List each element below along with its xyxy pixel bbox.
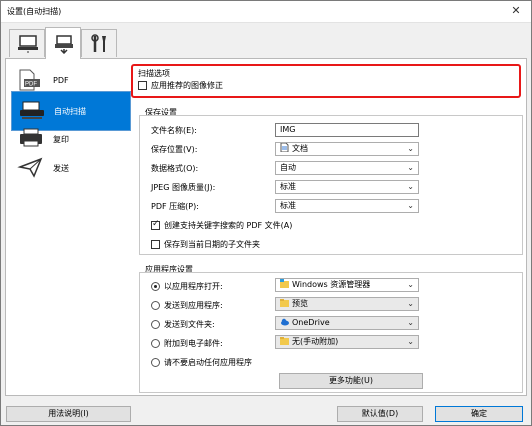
open-with-label: 以应用程序打开: [164,282,223,291]
open-with-select[interactable]: Windows 资源管理器 ⌄ [275,278,419,292]
data-format-value: 自动 [280,163,296,172]
sidebar: PDF PDF 自动扫描 复印 发送 [11,62,131,392]
chevron-down-icon: ⌄ [407,182,414,191]
data-format-select[interactable]: 自动 ⌄ [275,161,419,175]
chevron-down-icon: ⌄ [407,337,414,346]
scanner-icon [20,101,44,119]
save-in-label: 保存位置(V): [151,145,198,154]
pdf-document-icon: PDF [19,69,40,91]
send-to-app-label: 发送到应用程序: [164,301,223,310]
tools-icon [91,34,106,52]
scan-options-title: 扫描选项 [138,69,170,78]
subfolder-checkbox[interactable] [151,240,160,249]
sidebar-item-label: 自动扫描 [54,107,86,116]
attach-email-label: 附加到电子邮件: [164,339,223,348]
printer-icon [20,128,42,147]
pdf-compression-select[interactable]: 标准 ⌄ [275,199,419,213]
instructions-button[interactable]: 用法说明(I) [6,406,131,422]
sidebar-item-label: 发送 [53,164,69,173]
send-to-folder-label: 发送到文件夹: [164,320,215,329]
jpeg-quality-label: JPEG 图像质量(J): [151,183,216,192]
do-not-start-radio[interactable] [151,358,160,367]
tab-scan-from-computer[interactable] [9,29,45,57]
data-format-label: 数据格式(O): [151,164,199,173]
file-explorer-icon [280,279,289,288]
more-functions-button[interactable]: 更多功能(U) [279,373,423,389]
open-with-radio[interactable] [151,282,160,291]
send-to-folder-select[interactable]: OneDrive ⌄ [275,316,419,330]
window-title: 设置(自动扫描) [7,7,62,16]
cloud-icon [280,317,289,326]
computer-icon [18,35,38,53]
save-in-value: 文档 [292,144,308,153]
sidebar-item-label: 复印 [53,135,69,144]
send-to-folder-value: OneDrive [292,318,330,327]
apply-correction-checkbox[interactable] [138,81,147,90]
send-icon [17,157,43,178]
settings-pane: 扫描选项 应用推荐的图像修正 保存设置 文件名称(E): IMG 保存位置(V)… [131,59,525,397]
pdf-compression-value: 标准 [280,201,296,210]
content-panel: PDF PDF 自动扫描 复印 发送 扫描选项 应用推荐的图像修正 保存设置 文… [5,58,527,396]
file-name-input[interactable]: IMG [275,123,419,137]
send-to-folder-radio[interactable] [151,320,160,329]
apply-correction-label: 应用推荐的图像修正 [151,81,223,90]
searchable-pdf-label: 创建支持关键字搜索的 PDF 文件(A) [164,221,293,230]
chevron-down-icon: ⌄ [407,299,414,308]
send-to-app-select[interactable]: 预览 ⌄ [275,297,419,311]
pdf-compression-label: PDF 压缩(P): [151,202,199,211]
searchable-pdf-checkbox[interactable] [151,219,160,230]
svg-text:PDF: PDF [25,82,37,88]
chevron-down-icon: ⌄ [407,144,414,153]
open-with-value: Windows 资源管理器 [292,280,371,289]
close-button[interactable]: ✕ [501,1,531,22]
tab-general-settings[interactable] [81,29,117,57]
chevron-down-icon: ⌄ [407,201,414,210]
sidebar-item-send[interactable]: 发送 [11,149,131,189]
scanner-arrow-icon [55,35,73,54]
folder-icon [280,336,289,345]
document-icon [280,142,289,153]
folder-icon [280,298,289,307]
save-in-select[interactable]: 文档 ⌄ [275,142,419,156]
title-bar: 设置(自动扫描) ✕ [1,1,531,23]
settings-dialog: 设置(自动扫描) ✕ PDF PDF 自动扫描 复印 发送 扫描选项 应用推荐的… [0,0,532,426]
defaults-button[interactable]: 默认值(D) [337,406,423,422]
attach-email-value: 无(手动附加) [292,337,339,346]
do-not-start-label: 请不要启动任何应用程序 [164,358,252,367]
send-to-app-value: 预览 [292,299,308,308]
attach-email-radio[interactable] [151,339,160,348]
jpeg-quality-select[interactable]: 标准 ⌄ [275,180,419,194]
chevron-down-icon: ⌄ [407,318,414,327]
chevron-down-icon: ⌄ [407,163,414,172]
file-name-label: 文件名称(E): [151,126,197,135]
jpeg-quality-value: 标准 [280,182,296,191]
chevron-down-icon: ⌄ [407,280,414,289]
subfolder-label: 保存到当前日期的子文件夹 [164,240,260,249]
tab-scan-from-panel[interactable] [45,27,81,59]
sidebar-item-label: PDF [53,76,69,85]
ok-button[interactable]: 确定 [435,406,523,422]
scan-options-highlight: 扫描选项 应用推荐的图像修正 [131,64,521,98]
send-to-app-radio[interactable] [151,301,160,310]
attach-email-select[interactable]: 无(手动附加) ⌄ [275,335,419,349]
